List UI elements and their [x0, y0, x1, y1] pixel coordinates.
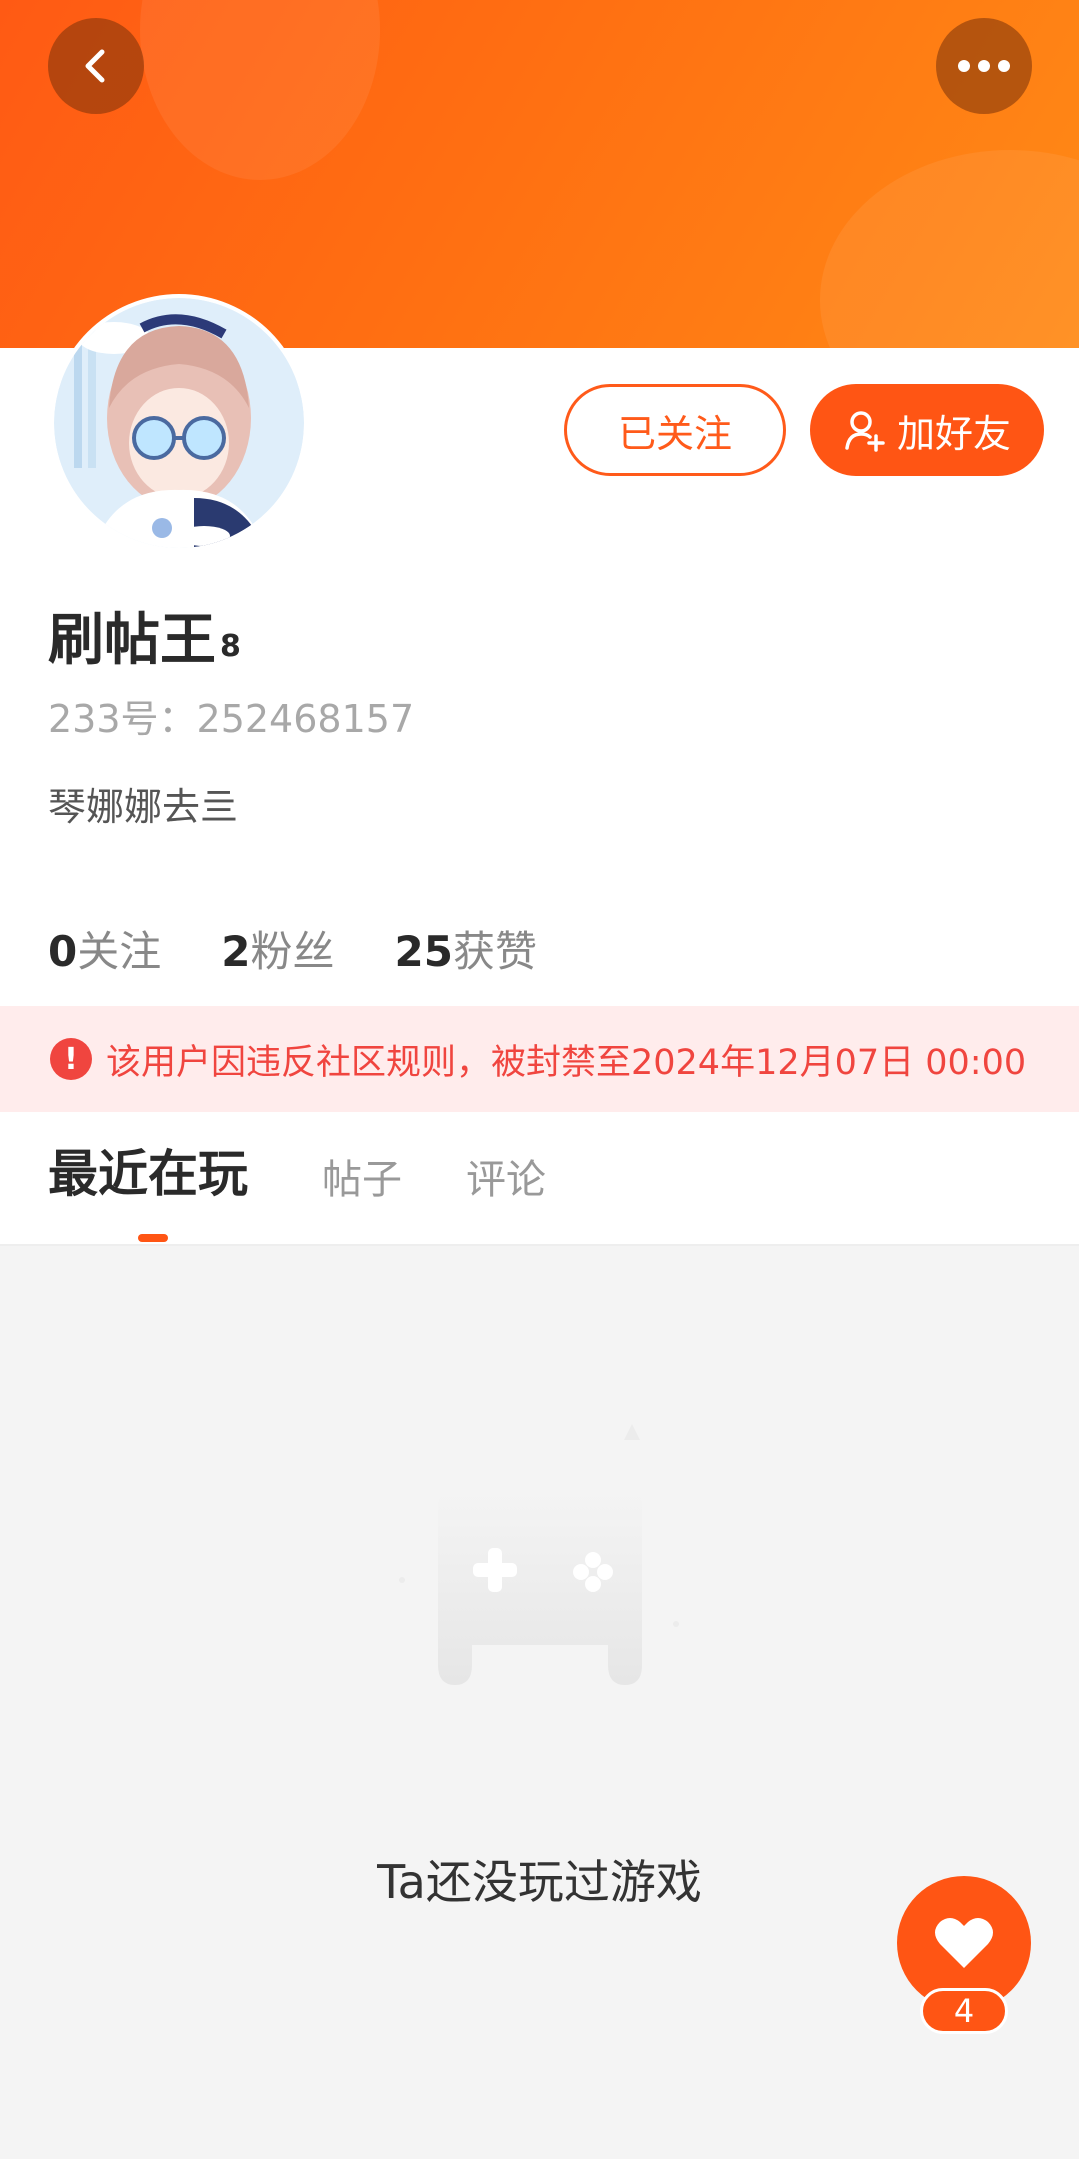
stats-row: 0关注 2粉丝 25获赞 — [48, 924, 537, 980]
tab-bar: 最近在玩 帖子 评论 — [0, 1112, 1079, 1246]
active-tab-indicator — [138, 1234, 168, 1242]
cover-decoration — [820, 150, 1079, 348]
add-friend-button[interactable]: 加好友 — [810, 384, 1044, 476]
avatar-illustration — [54, 298, 304, 548]
stat-followers[interactable]: 2粉丝 — [221, 924, 334, 980]
add-user-icon — [845, 411, 885, 452]
username-text: 刷帖王 — [48, 608, 216, 673]
stat-number: 0 — [48, 927, 78, 976]
tab-posts[interactable]: 帖子 — [322, 1152, 402, 1208]
profile-cover — [0, 0, 1079, 348]
alert-icon: ! — [50, 1038, 92, 1080]
tab-comments[interactable]: 评论 — [466, 1152, 546, 1208]
level-badge: 8 — [220, 629, 241, 664]
gamepad-icon — [380, 1400, 700, 1700]
stat-number: 25 — [394, 927, 453, 976]
back-button[interactable] — [48, 18, 144, 114]
more-dots-icon — [958, 60, 1010, 72]
like-count-badge: 4 — [920, 1988, 1008, 2034]
user-bio: 琴娜娜去亖 — [48, 785, 239, 829]
add-friend-label: 加好友 — [896, 411, 1011, 456]
followed-label: 已关注 — [617, 411, 732, 456]
stat-following[interactable]: 0关注 — [48, 924, 161, 980]
chevron-left-icon — [85, 49, 105, 83]
ban-notice-text: 该用户因违反社区规则，被封禁至2024年12月07日 00:00 — [106, 1042, 1027, 1083]
heart-icon — [935, 1918, 993, 1968]
cover-decoration — [140, 0, 380, 180]
avatar[interactable] — [54, 298, 304, 548]
stat-label: 获赞 — [452, 927, 537, 976]
stat-likes: 25获赞 — [395, 924, 537, 980]
more-button[interactable] — [936, 18, 1032, 114]
ban-notice: ! 该用户因违反社区规则，被封禁至2024年12月07日 00:00 — [0, 1006, 1079, 1112]
stat-number: 2 — [221, 927, 251, 976]
followed-button[interactable]: 已关注 — [564, 384, 786, 476]
stat-label: 关注 — [77, 927, 162, 976]
stat-label: 粉丝 — [250, 927, 335, 976]
tab-recent-games[interactable]: 最近在玩 — [48, 1146, 248, 1202]
username: 刷帖王 8 — [48, 606, 241, 676]
user-id: 233号：252468157 — [48, 697, 415, 741]
